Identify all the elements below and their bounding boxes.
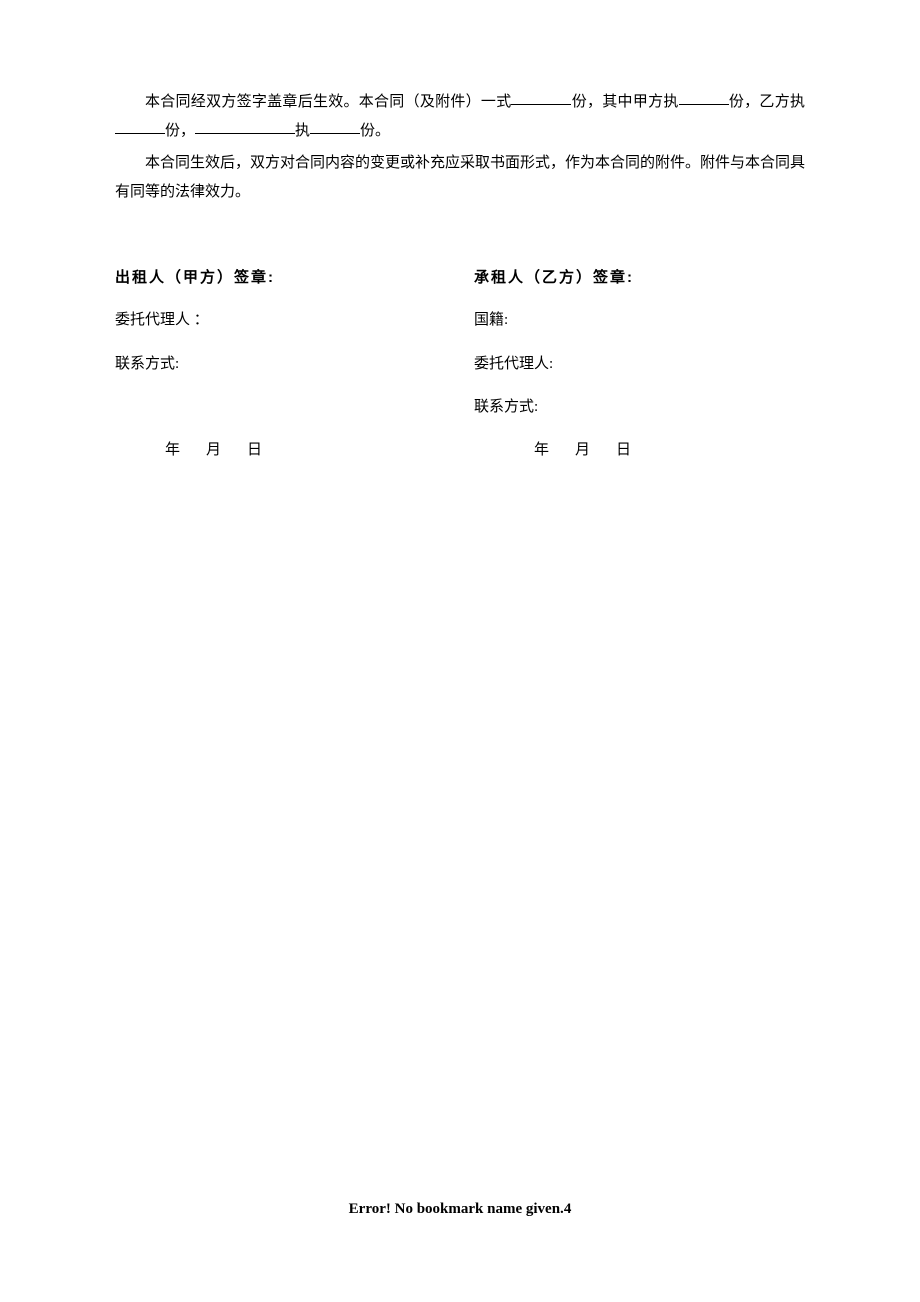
signature-right-column: 承租人（乙方）签章: 国籍: 委托代理人: 联系方式: 年 月 日 <box>460 263 805 479</box>
p1-seg1: 本合同经双方签字盖章后生效。本合同（及附件）一式 <box>145 94 511 110</box>
lessor-month-label: 月 <box>206 442 221 458</box>
lessee-nationality-label: 国籍: <box>474 306 805 335</box>
p1-seg6: 份。 <box>360 123 390 139</box>
page-footer: Error! No bookmark name given.4 <box>0 1195 920 1224</box>
lessee-day-label: 日 <box>616 442 631 458</box>
blank-total-copies <box>511 90 571 105</box>
blank-other-copies <box>310 119 360 134</box>
blank-other-party <box>195 119 295 134</box>
lessee-month-label: 月 <box>575 442 590 458</box>
p1-seg5: 执 <box>295 123 310 139</box>
lessor-agent-label: 委托代理人 ： <box>115 306 460 335</box>
lessee-heading: 承租人（乙方）签章: <box>474 263 805 292</box>
p1-seg3: 份，乙方执 <box>729 94 805 110</box>
signature-block: 出租人（甲方）签章: 委托代理人 ： 联系方式: 年 月 日 承租人（乙方）签章: … <box>115 263 805 479</box>
signature-left-column: 出租人（甲方）签章: 委托代理人 ： 联系方式: 年 月 日 <box>115 263 460 479</box>
lessor-day-label: 日 <box>247 442 262 458</box>
footer-page-number: 4 <box>564 1201 572 1217</box>
lessor-spacer <box>115 393 460 422</box>
page-content: 本合同经双方签字盖章后生效。本合同（及附件）一式 份，其中甲方执 份，乙方执份， 执 份… <box>0 0 920 479</box>
paragraph-2: 本合同生效后，双方对合同内容的变更或补充应采取书面形式，作为本合同的附件。附件与… <box>115 149 805 208</box>
lessor-date-row: 年月日 <box>115 436 460 465</box>
lessee-agent-label: 委托代理人: <box>474 350 805 379</box>
p1-seg2: 份，其中甲方执 <box>571 94 678 110</box>
lessee-contact-label: 联系方式: <box>474 393 805 422</box>
lessee-year-label: 年 <box>534 442 549 458</box>
lessor-heading: 出租人（甲方）签章: <box>115 263 460 292</box>
lessor-year-label: 年 <box>165 442 180 458</box>
paragraph-1: 本合同经双方签字盖章后生效。本合同（及附件）一式 份，其中甲方执 份，乙方执份， 执 份… <box>115 88 805 147</box>
blank-party-a-copies <box>679 90 729 105</box>
p1-seg4: 份， <box>165 123 195 139</box>
lessee-date-row: 年月日 <box>474 436 805 465</box>
footer-error-text: Error! No bookmark name given. <box>349 1201 564 1217</box>
lessor-contact-label: 联系方式: <box>115 350 460 379</box>
blank-party-b-copies <box>115 119 165 134</box>
